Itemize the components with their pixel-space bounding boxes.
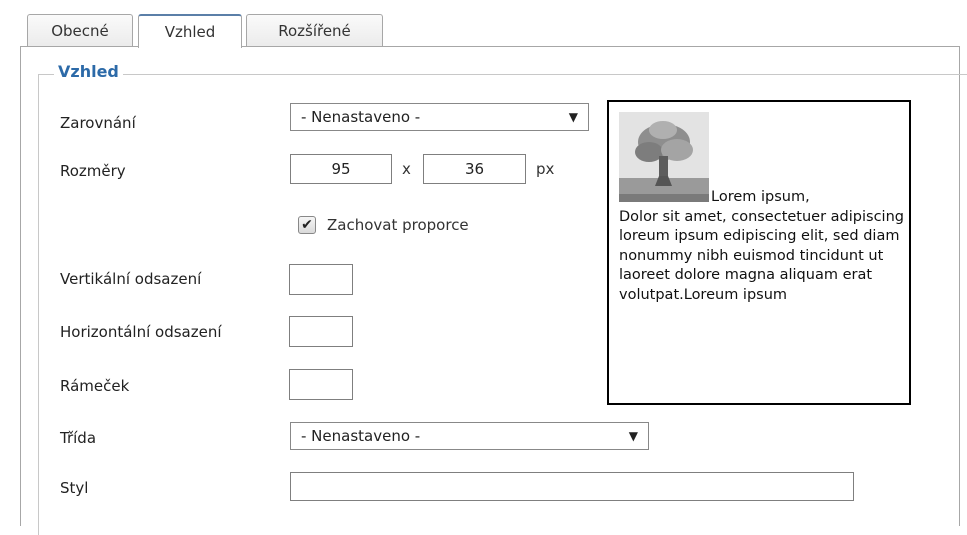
border-input[interactable] <box>289 369 353 400</box>
tab-rozsirene[interactable]: Rozšířené <box>246 14 383 47</box>
tab-obecne[interactable]: Obecné <box>27 14 133 47</box>
preview-body: Dolor sit amet, consectetuer adipiscing … <box>619 208 904 303</box>
alignment-select-value: - Nenastaveno - <box>301 108 421 126</box>
style-input[interactable] <box>290 472 854 501</box>
dimensions-label: Rozměry <box>60 162 126 180</box>
class-label: Třída <box>60 429 97 447</box>
style-label: Styl <box>60 479 89 497</box>
checkmark-icon: ✔ <box>301 217 313 233</box>
vspace-label: Vertikální odsazení <box>60 270 202 288</box>
dimensions-separator: x <box>402 160 411 178</box>
class-select-value: - Nenastaveno - <box>301 427 421 445</box>
hspace-input[interactable] <box>289 316 353 347</box>
height-input[interactable]: 36 <box>423 154 526 184</box>
tab-vzhled[interactable]: Vzhled <box>138 14 242 48</box>
vspace-input[interactable] <box>289 264 353 295</box>
border-label: Rámeček <box>60 377 130 395</box>
fieldset-legend: Vzhled <box>54 62 123 81</box>
keep-ratio-label: Zachovat proporce <box>327 216 469 234</box>
class-select[interactable]: - Nenastaveno - ▼ <box>290 422 649 450</box>
hspace-label: Horizontální odsazení <box>60 323 222 341</box>
preview-text: Lorem ipsum, Dolor sit amet, consectetue… <box>619 188 907 305</box>
width-input[interactable]: 95 <box>290 154 392 184</box>
image-preview: Lorem ipsum, Dolor sit amet, consectetue… <box>607 100 911 405</box>
alignment-select[interactable]: - Nenastaveno - ▼ <box>290 103 589 131</box>
keep-ratio-checkbox[interactable]: ✔ <box>298 216 316 234</box>
preview-first-line: Lorem ipsum, <box>711 189 810 205</box>
chevron-down-icon: ▼ <box>568 110 578 124</box>
dimensions-unit: px <box>536 160 555 178</box>
chevron-down-icon: ▼ <box>628 429 638 443</box>
alignment-label: Zarovnání <box>60 114 136 132</box>
